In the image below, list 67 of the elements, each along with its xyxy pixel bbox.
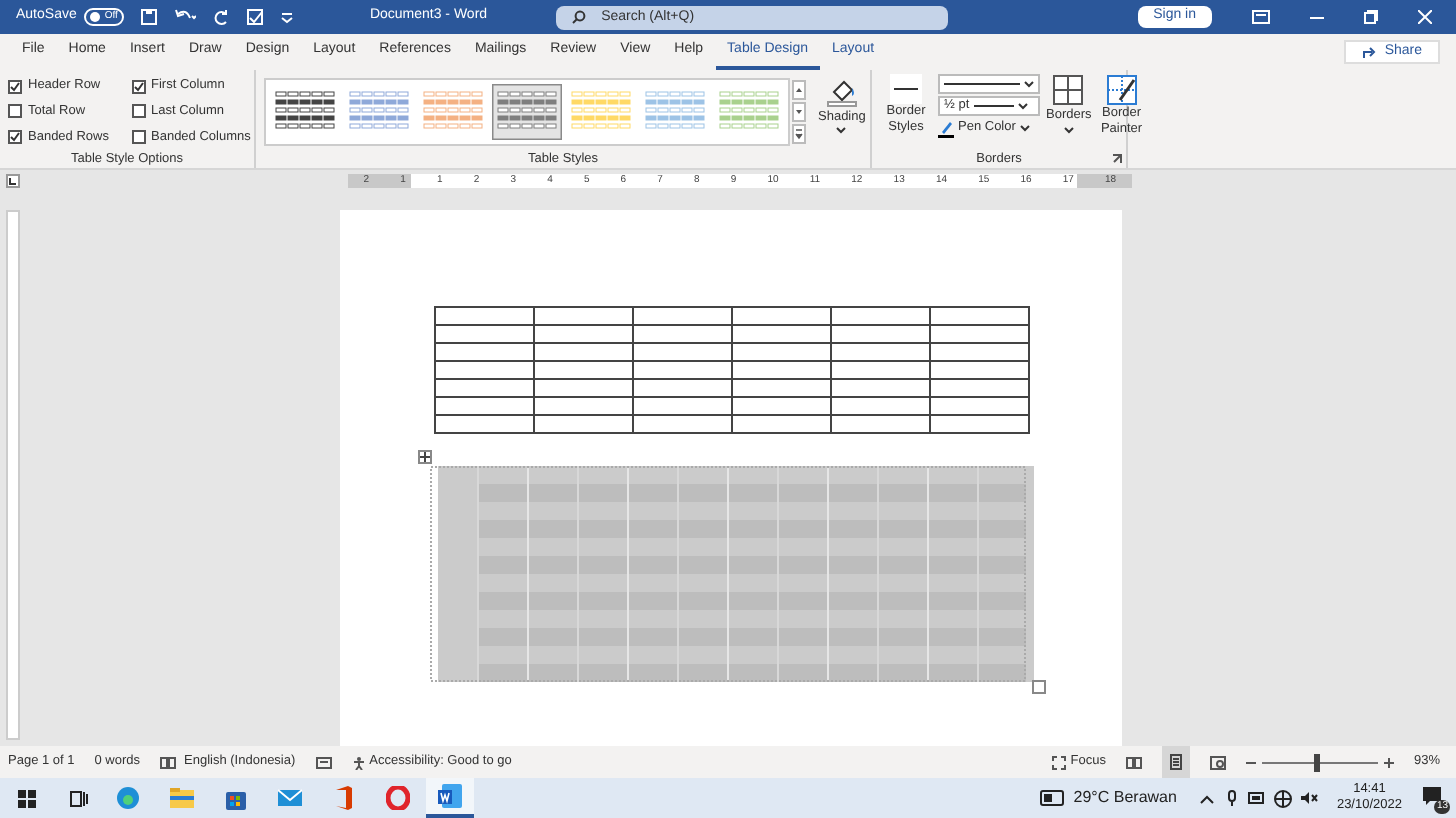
browser-icon[interactable]: [116, 786, 140, 810]
restore-icon[interactable]: [1364, 10, 1378, 24]
caret-icon: [1017, 102, 1028, 110]
checkbox[interactable]: [131, 79, 145, 94]
search-icon: [571, 10, 586, 24]
line-style-dropdown[interactable]: [938, 74, 1040, 94]
weather-status[interactable]: 29°C Berawan: [1073, 786, 1177, 810]
book-icon[interactable]: [160, 755, 177, 769]
speaker-muted-icon[interactable]: [1300, 790, 1319, 806]
folder-icon[interactable]: [170, 786, 194, 810]
zoom-out-icon[interactable]: [1245, 757, 1256, 767]
caret-icon: [1019, 124, 1030, 132]
zoom-slider-thumb[interactable]: [1314, 753, 1321, 771]
weather-icon[interactable]: [1039, 790, 1064, 806]
caret-icon: [1024, 80, 1034, 88]
line-style-icon: [890, 74, 922, 104]
person-icon: [351, 755, 366, 769]
caret-icon: [1063, 125, 1074, 134]
shopping-bag-icon[interactable]: [224, 786, 248, 810]
checkbox[interactable]: [131, 104, 145, 119]
checkbox[interactable]: [131, 130, 145, 145]
dialog-launcher-icon[interactable]: [1112, 154, 1122, 164]
page-icon: [1169, 754, 1182, 770]
check-icon: [133, 81, 143, 92]
checkbox[interactable]: [8, 79, 22, 94]
solid-line-icon: [973, 102, 1014, 110]
scroll-up-icon[interactable]: [792, 79, 806, 99]
solid-line-icon: [944, 80, 1020, 88]
check-icon: [10, 81, 20, 92]
checklist-icon[interactable]: [245, 8, 264, 26]
borders-icon: [1052, 74, 1085, 106]
more-icon[interactable]: [792, 123, 806, 143]
opera-icon[interactable]: [386, 786, 410, 810]
checkbox[interactable]: [8, 104, 22, 119]
office-icon[interactable]: [332, 786, 356, 810]
table-style-thumbnail[interactable]: [492, 83, 562, 139]
tab-selector-icon[interactable]: [6, 173, 20, 187]
zoom-in-icon[interactable]: [1383, 757, 1394, 767]
scroll-down-icon[interactable]: [792, 101, 806, 121]
customize-icon[interactable]: [279, 10, 294, 24]
resize-handle-icon[interactable]: [1031, 680, 1045, 694]
save-icon[interactable]: [139, 8, 158, 26]
microphone-icon[interactable]: [1226, 790, 1239, 806]
border-painter-icon: [1105, 74, 1138, 106]
globe-icon[interactable]: [1274, 789, 1293, 807]
redo-icon[interactable]: [211, 8, 230, 26]
paint-bucket-icon: [825, 75, 858, 107]
print-layout-button[interactable]: [1161, 746, 1190, 778]
word-icon[interactable]: [438, 784, 462, 808]
mail-icon[interactable]: [278, 786, 302, 810]
checkbox[interactable]: [8, 130, 22, 145]
check-icon: [10, 132, 20, 143]
caret-icon: [836, 126, 847, 135]
move-handle-icon[interactable]: [417, 450, 431, 464]
share-icon: [1362, 45, 1377, 59]
battery-icon[interactable]: [1248, 792, 1267, 804]
pen-icon: [938, 119, 954, 137]
task-view-icon[interactable]: [70, 789, 88, 807]
keyboard-icon[interactable]: [315, 755, 332, 769]
taskbar-app-button[interactable]: [426, 778, 474, 818]
web-layout-icon[interactable]: [1209, 755, 1226, 769]
read-mode-icon[interactable]: [1125, 755, 1142, 769]
ribbon-display-icon[interactable]: [1252, 10, 1270, 24]
windows-start-icon[interactable]: [18, 789, 36, 807]
focus-icon: [1052, 755, 1067, 769]
chevron-up-icon[interactable]: [1200, 793, 1215, 803]
close-icon[interactable]: [1418, 10, 1432, 24]
